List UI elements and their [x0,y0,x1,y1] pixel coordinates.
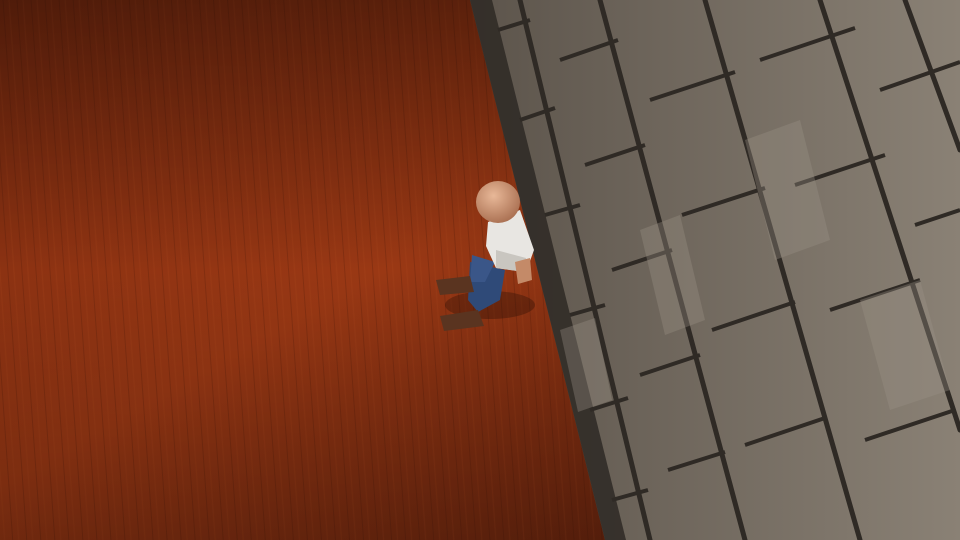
character-head [476,181,520,223]
game-viewport[interactable] [0,0,960,540]
scene-canvas [0,0,960,540]
